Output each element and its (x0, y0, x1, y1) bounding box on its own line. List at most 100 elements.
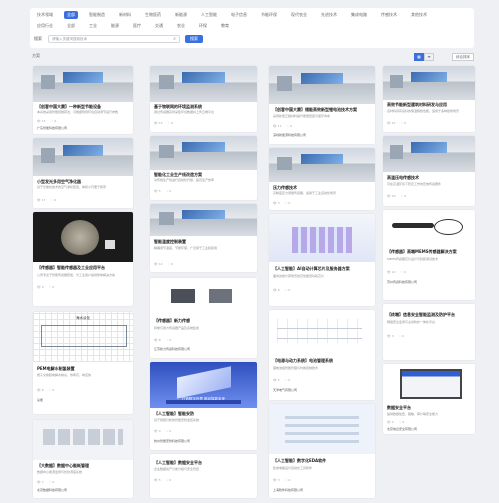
solution-card[interactable]: 高温压电传感技术 可在高温环境下稳定工作的压电传感器件 👁 23 ♡ 0 (383, 136, 475, 206)
solution-card[interactable]: 海水淡化 PEM电解水制氢装置 质子交换膜电解水制氢，效率高、响应快 👁 6 ♡… (33, 312, 133, 414)
nav-item[interactable]: 集成电路 (348, 11, 370, 19)
solution-card[interactable]: 【传感器】高端MEMS传感器解决方案 MEMS传感器芯片设计与封装测试技术 👁 … (383, 210, 475, 300)
card-desc: 可在高温环境下稳定工作的压电传感器件 (387, 182, 442, 186)
card-stats: 👁 27 ♡ 0 (387, 121, 406, 125)
solution-card[interactable]: 【创客中国大赛】储能高效新型锂电池技术方案 采用新型正极材料提升能量密度与循环寿… (269, 66, 375, 144)
nav-item[interactable]: 全部 (64, 22, 78, 30)
card-title: 【人工智能】AI自动计算芯片及服务器方案 (273, 266, 350, 271)
solution-card[interactable]: 基于物联网的环境监测系统 通过传感器实时采集环境数据并上传云端平台 👁 15 ♡… (150, 66, 257, 132)
solution-card[interactable]: 【创客中国大赛】一种新型节能设备 本系统采用智能控制算法，可根据现场环境自动调节… (33, 66, 133, 134)
nav-item[interactable]: 先进技术 (318, 11, 340, 19)
like-count: ♡ 0 (400, 121, 407, 125)
grid-view-button[interactable]: ▦ (414, 53, 424, 61)
solution-card[interactable]: 智能温度控制装置 精确调节温度，节能环保，广泛用于工业和民用 👁 12 ♡ 0 (150, 204, 257, 272)
card-desc: 精确调节温度，节能环保，广泛用于工业和民用 (154, 246, 218, 250)
card-title: 【创客中国大赛】储能高效新型锂电池技术方案 (273, 107, 357, 112)
solution-card[interactable]: 高效节能新型建筑材料研发与应用 该材料具有良好的保温隔热性能，适用于多种建筑场景… (383, 66, 475, 132)
view-count: 👁 8 (154, 338, 161, 342)
nav-item[interactable]: 医疗 (130, 22, 144, 30)
card-image (33, 66, 133, 102)
view-count: 👁 10 (387, 270, 396, 274)
sort-dropdown[interactable]: 综合排序 (452, 53, 474, 61)
card-stats: 👁 7 ♡ 0 (37, 480, 54, 484)
like-count: ♡ 0 (284, 378, 291, 382)
view-count: 👁 5 (273, 378, 280, 382)
card-title: 基于物联网的环境监测系统 (154, 104, 202, 109)
view-count: 👁 3 (273, 478, 280, 482)
list-view-button[interactable]: ≡ (424, 53, 434, 61)
card-stats: 👁 4 ♡ 0 (387, 420, 404, 424)
solution-card[interactable]: 【传感器】智能传感器及工业应用平台 公司专注于智能传感器研发，为工业用户提供整体… (33, 212, 133, 306)
card-title: 数据安全平台 (387, 405, 411, 410)
nav-item-all[interactable]: 全部 (64, 11, 78, 19)
like-count: ♡ 0 (400, 194, 407, 198)
card-desc: 通过传感器实时采集环境数据并上传云端平台 (154, 110, 215, 114)
results-toolbar: 方案 ▦ ≡ 综合排序 (32, 53, 474, 61)
solution-card[interactable]: 【人工智能】数据安全平台 企业数据资产分类分级与安全管控 👁 5 ♡ 0 (150, 454, 257, 498)
nav-item[interactable]: 电子信息 (228, 11, 250, 19)
search-icon: ⌕ (173, 36, 176, 42)
nav-item[interactable]: 传感技术 (378, 11, 400, 19)
nav-item[interactable]: 现代农业 (288, 11, 310, 19)
nav-item[interactable]: 新材料 (116, 11, 134, 19)
search-input[interactable]: 请输入关键词搜索技术 ⌕ (48, 35, 180, 43)
nav-item[interactable]: 教育 (218, 22, 232, 30)
nav-item[interactable]: 节能环保 (258, 11, 280, 19)
card-desc: 称重与测力传感器产品及系统集成 (154, 326, 200, 330)
nav-item[interactable]: 环保 (196, 22, 210, 30)
like-count: ♡ 0 (167, 121, 174, 125)
card-image (383, 66, 475, 100)
nav-item[interactable]: 能源 (108, 22, 122, 30)
view-count: 👁 7 (37, 480, 44, 484)
solution-card[interactable]: 【终端】信息安全智能监测及防护平台 网络安全监测与主动防护一体化平台 👁 3 ♡… (383, 304, 475, 360)
like-count: ♡ 0 (400, 270, 407, 274)
nav-item[interactable]: 农业 (174, 22, 188, 30)
nav-item[interactable]: 交通 (152, 22, 166, 30)
card-company: 天津电气有限公司 (273, 388, 298, 392)
card-desc: 采用新型正极材料提升能量密度与循环寿命 (273, 114, 331, 118)
card-stats: 👁 5 ♡ 0 (154, 189, 171, 193)
card-stats: 👁 3 ♡ 0 (273, 478, 290, 482)
solution-card[interactable]: 打造数字世界 推动智能未来 【人工智能】智能安防 基于视频分析的智能安防监控系统… (150, 362, 257, 450)
nav-item[interactable]: 生物医药 (142, 11, 164, 19)
nav-item[interactable]: 其他技术 (408, 11, 430, 19)
nav-item[interactable]: 新能源 (172, 11, 190, 19)
solution-card[interactable]: 【大数据】数据中心能耗管理 数据中心能源监测与优化调度系统 👁 7 ♡ 0 北京… (33, 420, 133, 498)
card-desc: 该材料具有良好的保温隔热性能，适用于多种建筑场景 (387, 109, 460, 113)
card-company: 氢能 (37, 398, 44, 402)
like-count: ♡ 0 (50, 198, 57, 202)
solution-card[interactable]: 【人工智能】数字化EDA软件 集成电路设计自动化工具软件 👁 3 ♡ 0 上海软… (269, 404, 375, 498)
card-title: 智能化工业生产线改造方案 (154, 172, 202, 177)
card-company: 深圳新能源科技有限公司 (273, 133, 307, 137)
view-count: 👁 4 (387, 420, 394, 424)
solution-card[interactable]: 小型发光多用空气净化器 基于光催化技术的空气净化装置，体积小巧便于携带 👁 17… (33, 138, 133, 208)
solution-card[interactable]: 数据安全平台 提供数据加密、脱敏、审计等安全能力 👁 4 ♡ 0 北京信息安全有… (383, 364, 475, 434)
solution-card[interactable]: 【电源与动力系统】电池管理系统 锂电池组智能管理与均衡控制技术 👁 5 ♡ 0 … (269, 310, 375, 400)
card-desc: 质子交换膜电解水制氢，效率高、响应快 (37, 373, 92, 377)
search-label: 搜索 (34, 36, 42, 41)
card-image (269, 66, 375, 104)
view-count: 👁 6 (273, 288, 280, 292)
card-title: 【人工智能】数字化EDA软件 (273, 458, 327, 463)
card-desc: 面向边缘计算场景的高性能低功耗芯片 (273, 274, 325, 278)
results-label: 方案 (32, 53, 40, 58)
solution-card[interactable]: 智能化工业生产线改造方案 对传统生产线进行自动化升级，提高生产效率 👁 5 ♡ … (150, 136, 257, 200)
nav-item[interactable]: 工业 (86, 22, 100, 30)
solution-card[interactable]: 压力传感技术 高精度压力测量传感器，适用于工业自动化场景 👁 3 ♡ 0 (269, 148, 375, 210)
solution-card[interactable]: 【传感器】新力传感 称重与测力传感器产品及系统集成 👁 8 ♡ 0 江苏新力传感… (150, 278, 257, 358)
like-count: ♡ 0 (398, 334, 405, 338)
nav-item[interactable]: 智能制造 (86, 11, 108, 19)
card-stats: 👁 6 ♡ 0 (37, 388, 54, 392)
card-title: 压力传感技术 (273, 185, 297, 190)
solution-card[interactable]: 【人工智能】AI自动计算芯片及服务器方案 面向边缘计算场景的高性能低功耗芯片 👁… (269, 214, 375, 306)
card-stats: 👁 8 ♡ 0 (154, 338, 171, 342)
card-image (33, 138, 133, 176)
view-toggle: ▦ ≡ (414, 53, 434, 61)
view-count: 👁 11 (273, 124, 282, 128)
nav-item[interactable]: 人工智能 (198, 11, 220, 19)
search-button[interactable]: 搜索 (185, 35, 203, 43)
card-image (150, 66, 257, 102)
card-company: 上海软件科技有限公司 (273, 488, 304, 492)
card-stats: 👁 10 ♡ 0 (387, 270, 406, 274)
view-count: 👁 17 (37, 198, 46, 202)
